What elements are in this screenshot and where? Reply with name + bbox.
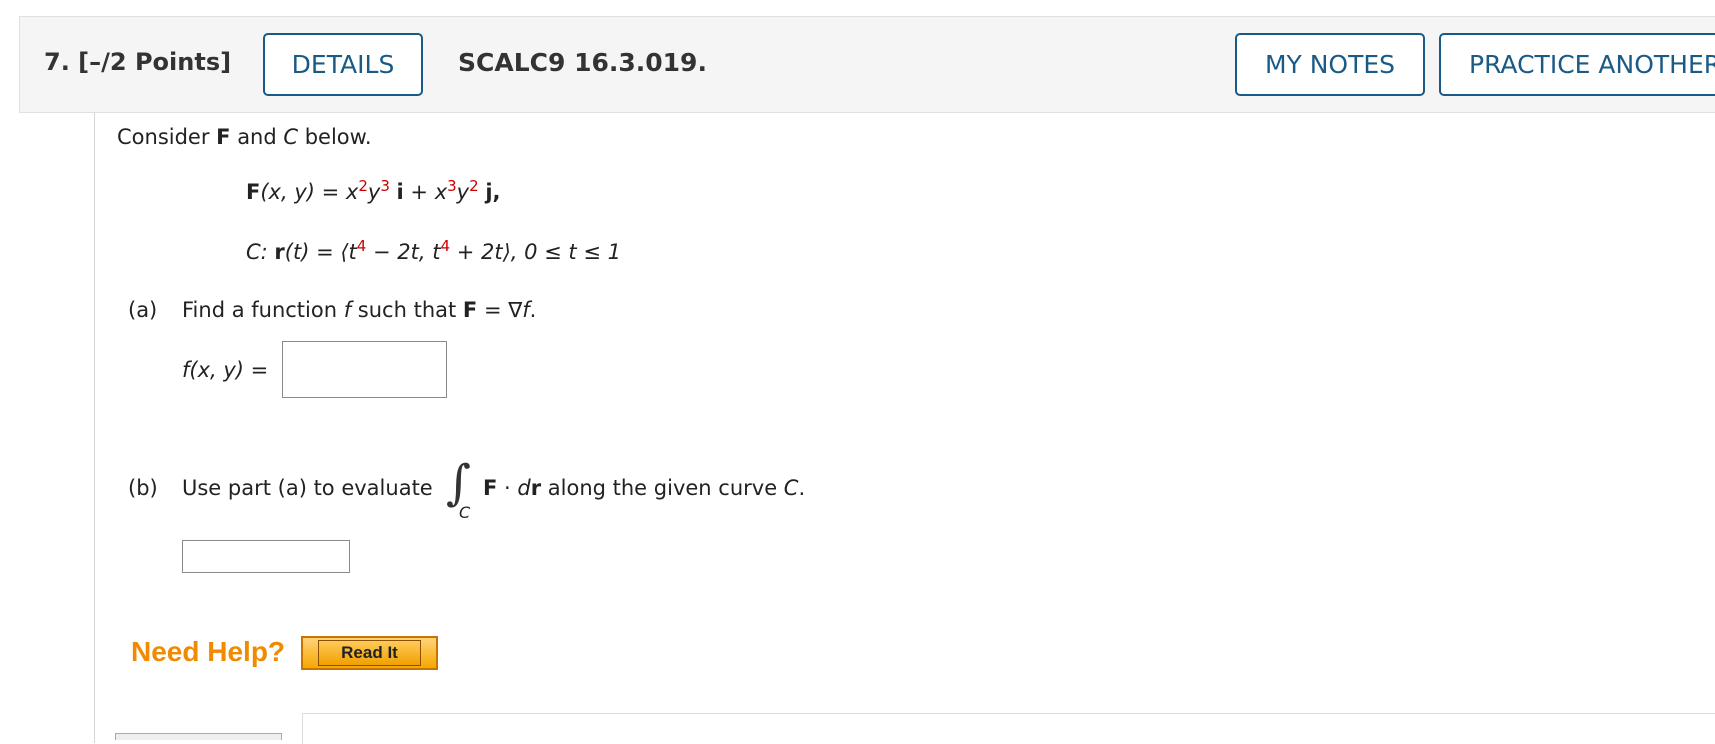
read-it-label: Read It <box>318 640 421 666</box>
nabla: = ∇ <box>477 298 523 322</box>
part-a-text: Find a function <box>182 298 344 322</box>
vector-field-definition: F(x, y) = x2y3 i + x3y2 j, <box>246 177 501 205</box>
part-a-prompt: Find a function f such that F = ∇f. <box>182 298 536 322</box>
intro-C: C <box>283 125 299 149</box>
plus-x: + x <box>403 180 448 204</box>
vec-open: ⟨t <box>340 240 357 264</box>
part-b-prompt: Use part (a) to evaluate <box>182 476 433 500</box>
details-button[interactable]: DETAILS <box>263 33 423 96</box>
f-var: f <box>343 298 352 322</box>
read-it-button[interactable]: Read It <box>301 636 438 670</box>
f-var: f <box>522 298 530 322</box>
exponent: 3 <box>380 177 390 195</box>
F-symbol: F <box>246 180 261 204</box>
part-b-answer-input[interactable] <box>182 540 350 573</box>
dot-operator: · <box>497 476 518 500</box>
intro-text-end: below. <box>298 125 372 149</box>
part-b-label: (b) <box>128 476 158 500</box>
d-symbol: d <box>517 476 531 500</box>
F-symbol: F <box>462 298 478 322</box>
curve-definition: C: r(t) = ⟨t4 − 2t, t4 + 2t⟩, 0 ≤ t ≤ 1 <box>246 237 621 265</box>
need-help-label: Need Help? <box>131 636 286 667</box>
intro-text-and: and <box>230 125 284 149</box>
F-args: (x, y) = x <box>260 180 359 204</box>
vec-mid: − 2t, t <box>366 240 441 264</box>
var-y: y <box>456 180 470 204</box>
part-a-answer-label: f(x, y) = <box>182 358 269 382</box>
F-symbol: F <box>483 476 498 500</box>
unit-i: i <box>396 180 404 204</box>
exponent: 2 <box>358 177 368 195</box>
part-a-answer-input[interactable] <box>282 341 447 398</box>
integral-subscript: C <box>459 503 471 522</box>
problem-intro: Consider F and C below. <box>117 125 372 149</box>
my-notes-button[interactable]: MY NOTES <box>1235 33 1425 96</box>
vec-close: + 2t⟩, 0 ≤ t ≤ 1 <box>450 240 621 264</box>
part-b-text: along the given curve <box>541 476 784 500</box>
part-a-text: such that <box>351 298 463 322</box>
var-y: y <box>367 180 381 204</box>
comma: , <box>492 180 501 204</box>
practice-another-button[interactable]: PRACTICE ANOTHER <box>1439 33 1715 96</box>
curve-C: C <box>783 476 799 500</box>
exponent: 4 <box>356 237 367 255</box>
part-a-label: (a) <box>128 298 158 322</box>
period: . <box>798 476 806 500</box>
bottom-panel <box>302 713 1715 744</box>
part-b-integrand: F · dr along the given curve C. <box>483 476 805 500</box>
curve-C-label: C: <box>246 240 275 264</box>
problem-code: SCALC9 16.3.019. <box>458 48 707 77</box>
exponent: 3 <box>447 177 457 195</box>
question-number-points: 7. [–/2 Points] <box>44 48 232 76</box>
r-symbol: r <box>274 240 285 264</box>
exponent: 4 <box>440 237 451 255</box>
intro-F: F <box>216 125 231 149</box>
exponent: 2 <box>469 177 479 195</box>
r-symbol: r <box>530 476 542 500</box>
period: . <box>529 298 537 322</box>
r-args: (t) = <box>284 240 341 264</box>
content-left-border <box>94 113 95 743</box>
intro-text: Consider <box>117 125 217 149</box>
unit-j: j <box>485 180 493 204</box>
integral-sign: ∫ <box>446 455 472 511</box>
